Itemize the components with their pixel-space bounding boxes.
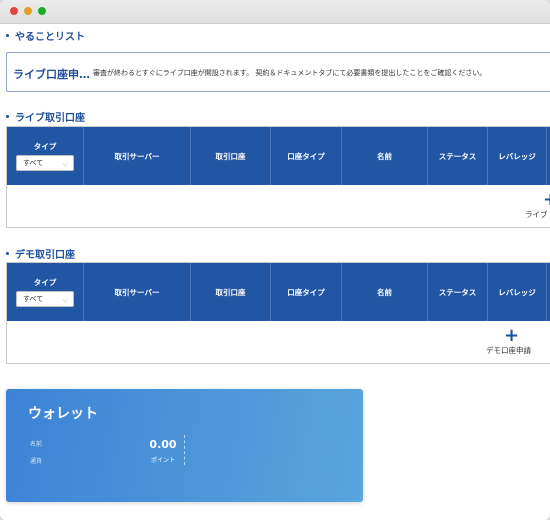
chevron-down-icon: ⌵: [62, 296, 68, 304]
notice-text: 審査が終わるとすぐにライブ口座が開設されます。 契約＆ドキュメントタブにて必要書…: [93, 69, 487, 77]
type-select-value: すべて: [23, 295, 44, 303]
col-server-label: 取引サーバー: [114, 287, 160, 297]
demo-type-select[interactable]: すべて ⌵: [16, 291, 74, 307]
demo-col-status: ステータス: [428, 263, 488, 321]
wallet-card[interactable]: ウォレット 名前 通貨 0.00 ポイント: [6, 389, 363, 502]
live-col-type: タイプ すべて ⌵: [7, 127, 84, 185]
close-window-button[interactable]: [10, 7, 18, 15]
col-account-label: 取引口座: [215, 151, 246, 161]
demo-col-leverage: レバレッジ: [488, 263, 547, 321]
maximize-window-button[interactable]: [38, 7, 46, 15]
page-content: やることリスト ライブ口座申… 審査が終わるとすぐにライブ口座が開設されます。 …: [0, 24, 550, 520]
demo-col-type: タイプ すべて ⌵: [7, 263, 84, 321]
col-name-label: 名前: [377, 151, 392, 161]
demo-col-account: 取引口座: [191, 263, 271, 321]
col-leverage-label: レバレッジ: [498, 287, 536, 297]
wallet-name-label: 名前: [30, 441, 43, 448]
live-col-account: 取引口座: [191, 127, 271, 185]
live-title-text: ライブ取引口座: [15, 113, 85, 124]
bullet-icon: [6, 34, 9, 37]
demo-table-header: タイプ すべて ⌵ 取引サーバー 取引口座 口座タイプ 名前 ステータス レバレ…: [7, 263, 550, 321]
todo-section-title: やることリスト: [6, 28, 85, 43]
live-col-account-type: 口座タイプ: [271, 127, 342, 185]
type-select-value: すべて: [23, 159, 44, 167]
todo-title-text: やることリスト: [15, 32, 85, 43]
chevron-down-icon: ⌵: [62, 160, 68, 168]
demo-col-name: 名前: [342, 263, 428, 321]
col-account-type-label: 口座タイプ: [287, 151, 325, 161]
demo-add-area: + デモ口座申請: [7, 321, 550, 363]
wallet-divider: [184, 435, 185, 465]
demo-col-account-type: 口座タイプ: [271, 263, 342, 321]
col-type-label: タイプ: [33, 278, 57, 287]
minimize-window-button[interactable]: [24, 7, 32, 15]
wallet-currency-label: 通貨: [30, 458, 43, 465]
col-server-label: 取引サーバー: [114, 151, 160, 161]
live-table-header: タイプ すべて ⌵ 取引サーバー 取引口座 口座タイプ 名前 ステータス レバレ…: [7, 127, 550, 185]
demo-section-title: デモ取引口座: [6, 246, 75, 261]
notice-headline: ライブ口座申…: [13, 68, 90, 81]
live-col-leverage: レバレッジ: [488, 127, 547, 185]
wallet-balance-unit: ポイント: [150, 457, 175, 464]
live-add-plus-icon[interactable]: +: [543, 191, 550, 209]
wallet-title: ウォレット: [28, 406, 98, 422]
col-status-label: ステータス: [438, 151, 477, 161]
col-status-label: ステータス: [438, 287, 477, 297]
wallet-balance-value: 0.00: [149, 438, 177, 451]
bullet-icon: [6, 115, 9, 118]
window-titlebar: [0, 0, 550, 24]
live-col-status: ステータス: [428, 127, 488, 185]
demo-col-server: 取引サーバー: [84, 263, 191, 321]
bullet-icon: [6, 252, 9, 255]
demo-add-label[interactable]: デモ口座申請: [486, 345, 531, 356]
demo-title-text: デモ取引口座: [15, 250, 75, 261]
demo-add-plus-icon[interactable]: +: [504, 327, 519, 345]
browser-window: やることリスト ライブ口座申… 審査が終わるとすぐにライブ口座が開設されます。 …: [0, 0, 550, 520]
col-type-label: タイプ: [33, 142, 57, 151]
live-add-area: + ライブ: [7, 185, 550, 227]
live-type-select[interactable]: すべて ⌵: [16, 155, 74, 171]
col-leverage-label: レバレッジ: [498, 151, 536, 161]
col-name-label: 名前: [377, 287, 392, 297]
col-account-label: 取引口座: [215, 287, 246, 297]
col-account-type-label: 口座タイプ: [287, 287, 325, 297]
live-col-name: 名前: [342, 127, 428, 185]
live-col-server: 取引サーバー: [84, 127, 191, 185]
todo-notice[interactable]: ライブ口座申… 審査が終わるとすぐにライブ口座が開設されます。 契約＆ドキュメン…: [6, 52, 550, 92]
live-add-label[interactable]: ライブ: [525, 209, 548, 220]
demo-accounts-table: タイプ すべて ⌵ 取引サーバー 取引口座 口座タイプ 名前 ステータス レバレ…: [6, 262, 550, 364]
live-accounts-table: タイプ すべて ⌵ 取引サーバー 取引口座 口座タイプ 名前 ステータス レバレ…: [6, 126, 550, 228]
live-section-title: ライブ取引口座: [6, 109, 85, 124]
